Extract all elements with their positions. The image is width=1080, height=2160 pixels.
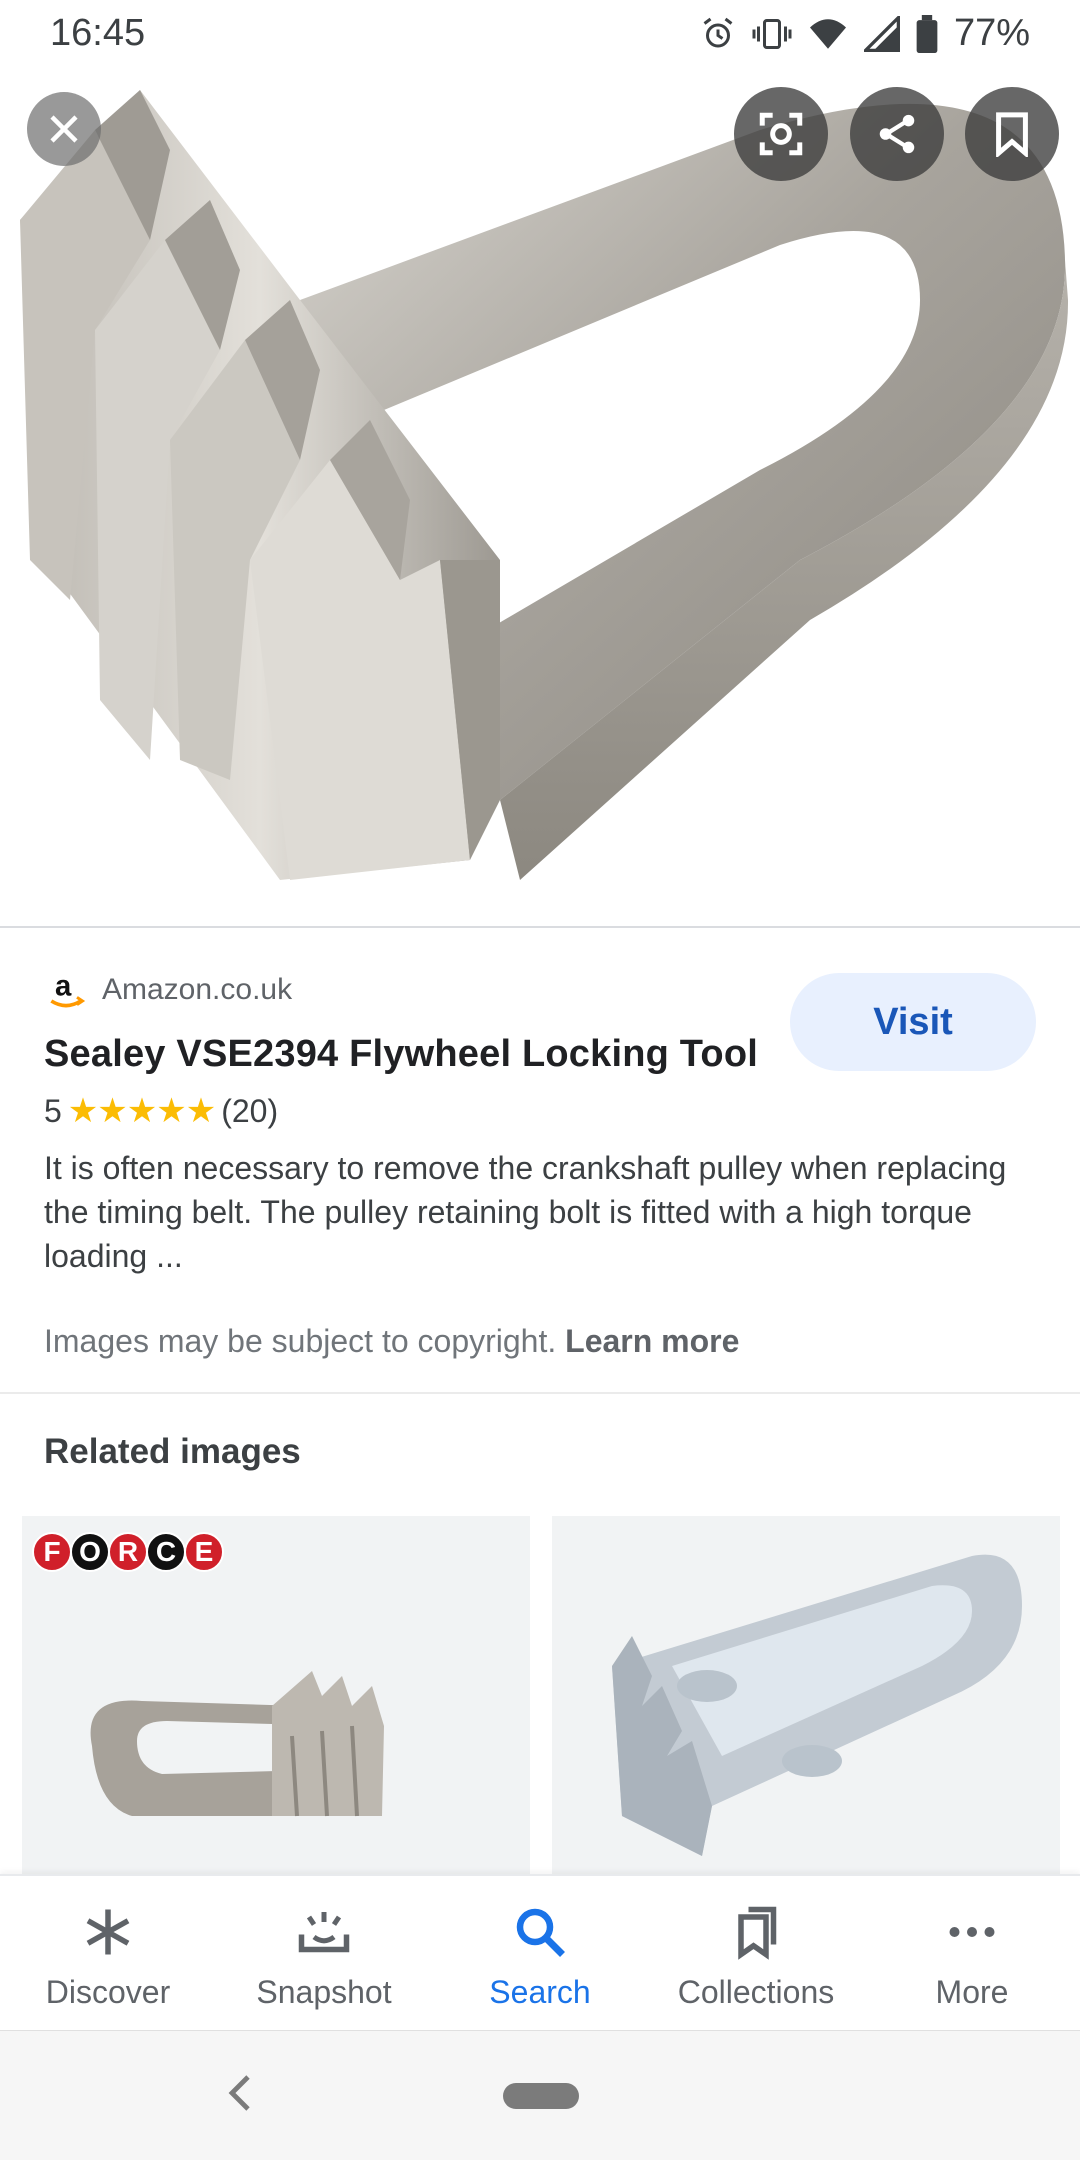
nav-label: Collections [677,1974,835,2010]
learn-more-link[interactable]: Learn more [565,1323,739,1359]
close-icon [50,115,78,143]
result-description: It is often necessary to remove the cran… [44,1150,1007,1274]
wifi-icon [808,16,848,52]
svg-text:a: a [55,970,72,1003]
battery-percent: 77% [953,12,1030,54]
lens-icon [759,112,803,156]
rating-value: 5 [44,1092,62,1129]
status-icons: 77% [700,12,1030,55]
nav-label: Discover [45,1974,171,2010]
signal-icon [863,15,900,52]
close-button[interactable] [27,92,101,166]
force-brand-logo: F O R C E [32,1532,224,1572]
bottom-navigation: Discover Snapshot Search Collections Mor… [0,1874,1080,2030]
nav-more[interactable]: More [864,1876,1080,2030]
share-icon [879,114,915,154]
result-info: a Amazon.co.uk Visit Sealey VSE2394 Flyw… [0,928,1080,1393]
save-button[interactable] [965,87,1059,181]
nav-label: Snapshot [256,1974,392,2010]
snapshot-icon [298,1912,350,1953]
nav-snapshot[interactable]: Snapshot [216,1876,432,2030]
status-time: 16:45 [50,12,146,54]
share-button[interactable] [850,87,944,181]
related-images-grid: F O R C E [22,1516,1060,1876]
search-icon [516,1908,565,1957]
nav-search[interactable]: Search [432,1876,648,2030]
vibrate-icon [752,16,792,52]
status-bar: 16:45 77% [0,0,1080,68]
collections-icon [738,1906,777,1960]
lens-button[interactable] [734,87,828,181]
nav-discover[interactable]: Discover [0,1876,216,2030]
amazon-logo-icon: a [44,968,88,1012]
related-images-heading: Related images [44,1432,301,1471]
related-image-card[interactable] [552,1516,1060,1876]
rating-row: 5 ★★★★★ (20) [44,1091,278,1131]
system-navigation-bar [0,2030,1080,2160]
related-image-card[interactable]: F O R C E [22,1516,530,1876]
more-icon [949,1927,995,1937]
result-title[interactable]: Sealey VSE2394 Flywheel Locking Tool [44,1033,758,1076]
nav-label: Search [489,1974,591,2010]
related-tool-image [612,1554,1022,1856]
asterisk-icon [86,1909,130,1955]
bookmark-icon [996,112,1028,157]
star-rating-icon: ★★★★★ [67,1092,216,1130]
visit-button[interactable]: Visit [790,973,1036,1071]
nav-collections[interactable]: Collections [648,1876,864,2030]
source-name: Amazon.co.uk [102,973,293,1006]
rating-count: (20) [221,1092,279,1129]
back-arrow-icon[interactable] [225,2071,255,2115]
home-pill[interactable] [503,2083,579,2109]
battery-icon [916,14,938,53]
alarm-icon [700,16,736,52]
copyright-text: Images may be subject to copyright. [44,1323,557,1359]
source-row[interactable]: a Amazon.co.uk [44,968,292,1012]
section-divider [0,1392,1080,1394]
copyright-notice: Images may be subject to copyright. Lear… [44,1323,739,1360]
nav-label: More [935,1974,1009,2010]
